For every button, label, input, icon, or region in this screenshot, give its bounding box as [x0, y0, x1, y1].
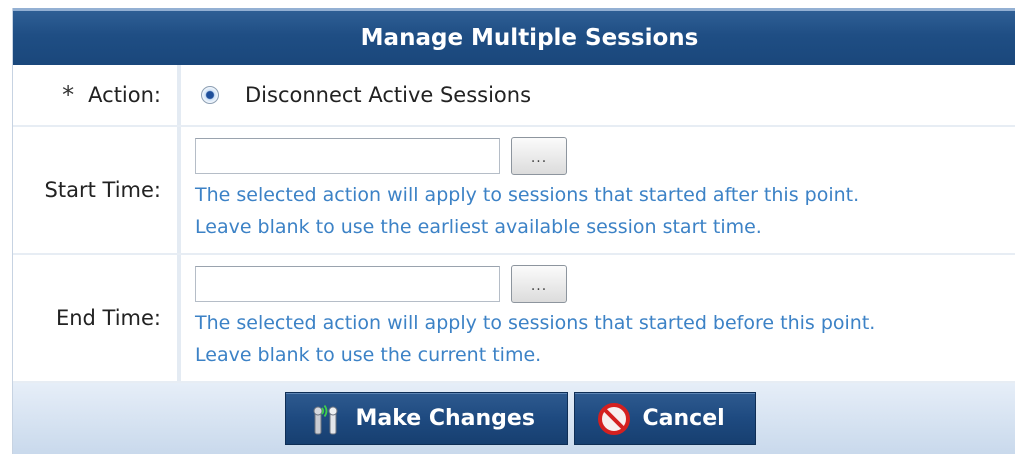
action-label-cell: * Action:: [13, 65, 181, 125]
end-time-label-cell: End Time:: [13, 255, 181, 381]
action-value-cell: Disconnect Active Sessions: [181, 65, 1015, 125]
action-row: * Action: Disconnect Active Sessions: [13, 65, 1015, 127]
dialog-title: Manage Multiple Sessions: [13, 8, 1015, 65]
prohibited-icon: [597, 402, 630, 435]
end-time-help-line-2: Leave blank to use the current time.: [195, 344, 542, 366]
action-label: Action:: [88, 83, 161, 107]
disconnect-radio-button[interactable]: [201, 86, 219, 104]
end-time-row: End Time: ... The selected action will a…: [13, 255, 1015, 383]
start-time-label: Start Time:: [44, 178, 161, 202]
start-time-help-line-1: The selected action will apply to sessio…: [195, 184, 860, 206]
end-time-picker-button[interactable]: ...: [511, 265, 567, 303]
start-time-help: The selected action will apply to sessio…: [195, 179, 1015, 243]
make-changes-label: Make Changes: [355, 406, 535, 431]
cancel-label: Cancel: [642, 406, 725, 431]
end-time-value-cell: ... The selected action will apply to se…: [181, 255, 1015, 381]
required-marker: *: [62, 81, 75, 109]
end-time-help: The selected action will apply to sessio…: [195, 307, 1015, 371]
end-time-input[interactable]: [195, 266, 500, 302]
manage-sessions-form: Manage Multiple Sessions * Action: Disco…: [12, 8, 1015, 454]
form-footer: Make Changes Cancel: [13, 383, 1015, 454]
end-time-help-line-1: The selected action will apply to sessio…: [195, 312, 876, 334]
start-time-help-line-2: Leave blank to use the earliest availabl…: [195, 216, 762, 238]
wireless-antenna-icon: [313, 404, 337, 434]
start-time-input[interactable]: [195, 138, 500, 174]
cancel-button[interactable]: Cancel: [573, 392, 756, 445]
start-time-value-cell: ... The selected action will apply to se…: [181, 127, 1015, 253]
make-changes-button[interactable]: Make Changes: [284, 392, 568, 445]
end-time-label: End Time:: [55, 306, 161, 330]
disconnect-option-label[interactable]: Disconnect Active Sessions: [245, 83, 531, 107]
start-time-label-cell: Start Time:: [13, 127, 181, 253]
start-time-row: Start Time: ... The selected action will…: [13, 127, 1015, 255]
start-time-picker-button[interactable]: ...: [511, 137, 567, 175]
